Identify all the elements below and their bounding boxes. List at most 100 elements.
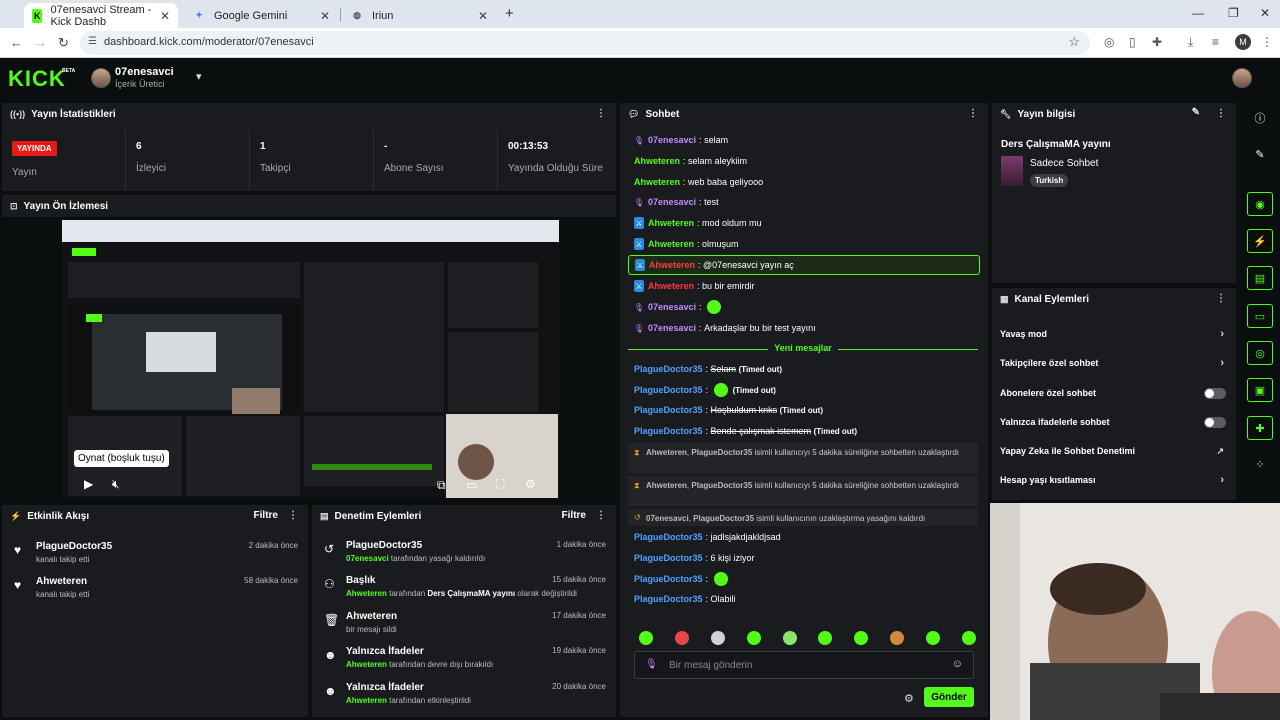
emote-icon[interactable] xyxy=(746,631,761,645)
address-bar[interactable]: ☰ dashboard.kick.com/moderator/07enesavc… xyxy=(80,31,1090,55)
actor-name[interactable]: 07enesavci xyxy=(346,554,389,563)
emote-icon[interactable] xyxy=(710,631,725,645)
bookmark-star-icon[interactable]: ☆ xyxy=(1068,34,1080,50)
maximize-button[interactable]: ❐ xyxy=(1228,6,1239,20)
chat-username[interactable]: Ahweteren xyxy=(648,281,694,291)
close-tab-icon[interactable]: ✕ xyxy=(160,9,170,23)
emote-icon[interactable] xyxy=(890,631,905,645)
actor-name[interactable]: Ahweteren xyxy=(646,481,687,490)
more-options-icon[interactable]: ⋮ xyxy=(1216,293,1226,304)
chat-input-box[interactable]: 🎙︎ Bir mesaj gönderin ☺ xyxy=(634,651,974,679)
edit-pencil-icon[interactable]: ✎ xyxy=(1192,107,1200,118)
more-options-icon[interactable]: ⋮ xyxy=(1216,108,1226,119)
target-name[interactable]: PlagueDoctor35 xyxy=(691,448,752,457)
target-name[interactable]: PlagueDoctor35 xyxy=(693,514,754,523)
followers-only-row[interactable]: Takipçilere özel sohbet › xyxy=(1000,353,1226,373)
more-options-icon[interactable]: ⋮ xyxy=(596,108,606,119)
chat-username[interactable]: PlagueDoctor35 xyxy=(634,574,703,584)
actor-name[interactable]: 07enesavci xyxy=(646,514,689,523)
user-avatar[interactable] xyxy=(1232,68,1252,88)
emote-icon[interactable] xyxy=(674,631,689,645)
broadcast-icon[interactable]: ◎ xyxy=(1247,341,1273,365)
chat-username[interactable]: PlagueDoctor35 xyxy=(634,426,703,436)
new-tab-button[interactable]: + xyxy=(505,5,514,22)
chat-bubble-icon[interactable]: ▭ xyxy=(1247,304,1273,328)
actor-name[interactable]: Ahweteren xyxy=(346,589,387,598)
play-icon[interactable]: ▶ xyxy=(84,477,93,491)
mod-action-title[interactable]: Ahweteren xyxy=(346,611,397,622)
filter-button[interactable]: Filtre xyxy=(562,510,586,521)
category-name[interactable]: Sadece Sohbet xyxy=(1030,158,1098,169)
profile-avatar[interactable]: M xyxy=(1235,34,1251,50)
kick-logo[interactable]: KICK xyxy=(8,66,66,92)
chat-username[interactable]: PlagueDoctor35 xyxy=(634,405,703,415)
emoji-picker-icon[interactable]: ☺ xyxy=(952,658,963,670)
tab-gemini[interactable]: ✦ Google Gemini ✕ xyxy=(184,3,338,28)
fullscreen-icon[interactable]: ⛶ xyxy=(496,477,504,492)
back-button[interactable]: ← xyxy=(10,35,23,50)
chat-username[interactable]: 07enesavci xyxy=(648,197,696,207)
activity-user[interactable]: Ahweteren xyxy=(36,576,87,587)
forward-button[interactable]: → xyxy=(34,35,47,50)
settings-gear-icon[interactable]: ⚙ xyxy=(525,477,536,491)
lightning-icon[interactable]: ⚡ xyxy=(1247,229,1273,253)
emote-only-toggle[interactable] xyxy=(1204,416,1226,428)
info-icon[interactable]: ⓘ xyxy=(1247,106,1273,130)
chat-username[interactable]: PlagueDoctor35 xyxy=(634,553,703,563)
more-options-icon[interactable]: ⋮ xyxy=(596,510,606,521)
user-card-icon[interactable]: ▣ xyxy=(1247,378,1273,402)
emote-icon[interactable] xyxy=(639,631,653,645)
chat-username[interactable]: 07enesavci xyxy=(648,323,696,333)
chat-username[interactable]: PlagueDoctor35 xyxy=(634,385,703,395)
theater-icon[interactable]: ▭ xyxy=(466,478,477,492)
target-name[interactable]: PlagueDoctor35 xyxy=(691,481,752,490)
emote-icon[interactable] xyxy=(961,631,976,645)
chat-username[interactable]: Ahweteren xyxy=(648,218,694,228)
chat-username[interactable]: Ahweteren xyxy=(648,239,694,249)
activity-user[interactable]: PlagueDoctor35 xyxy=(36,541,112,552)
more-options-icon[interactable]: ⋮ xyxy=(288,510,298,521)
tab-iriun[interactable]: ◍ Iriun ✕ xyxy=(342,3,496,28)
emote-icon[interactable] xyxy=(854,631,869,645)
edit-pencil-icon[interactable]: ✎ xyxy=(1247,142,1273,166)
minimize-button[interactable]: — xyxy=(1192,6,1204,20)
puzzle-icon[interactable]: ✚ xyxy=(1152,35,1162,49)
emote-icon[interactable] xyxy=(818,631,833,645)
close-tab-icon[interactable]: ✕ xyxy=(478,9,488,23)
phone-icon[interactable]: ▯ xyxy=(1129,35,1136,49)
emote-icon[interactable] xyxy=(782,631,797,645)
chat-username[interactable]: 07enesavci xyxy=(648,135,696,145)
ai-moderation-row[interactable]: Yapay Zeka ile Sohbet Denetimi ↗ xyxy=(1000,441,1226,461)
add-widget-icon[interactable]: ⁘ xyxy=(1247,452,1273,476)
mute-icon[interactable]: 🔇︎ xyxy=(112,477,120,492)
send-button[interactable]: Gönder xyxy=(924,687,974,707)
site-settings-icon[interactable]: ☰ xyxy=(88,36,97,47)
chat-settings-gear-icon[interactable]: ⚙ xyxy=(904,692,914,705)
menu-kebab-icon[interactable]: ⋮ xyxy=(1261,35,1273,49)
emote-icon[interactable] xyxy=(926,631,940,645)
chevron-down-icon[interactable]: ▾ xyxy=(196,70,202,83)
chat-username[interactable]: PlagueDoctor35 xyxy=(634,594,703,604)
reload-button[interactable]: ↻ xyxy=(58,35,69,51)
actor-name[interactable]: Ahweteren xyxy=(346,660,387,669)
extension-icon[interactable]: ◎ xyxy=(1104,35,1114,49)
slow-mode-row[interactable]: Yavaş mod › xyxy=(1000,324,1226,344)
close-tab-icon[interactable]: ✕ xyxy=(320,9,330,23)
chat-username[interactable]: PlagueDoctor35 xyxy=(634,532,703,542)
chat-username[interactable]: 07enesavci xyxy=(648,302,696,312)
actor-name[interactable]: Ahweteren xyxy=(646,448,687,457)
document-icon[interactable]: ▤ xyxy=(1247,266,1273,290)
filter-button[interactable]: Filtre xyxy=(254,510,278,521)
chat-username[interactable]: Ahweteren xyxy=(649,260,695,270)
close-window-button[interactable]: ✕ xyxy=(1260,6,1270,20)
reading-list-icon[interactable]: ≡ xyxy=(1212,35,1219,49)
tab-kick[interactable]: K 07enesavci Stream - Kick Dashb ✕ xyxy=(24,3,178,28)
chat-username[interactable]: Ahweteren xyxy=(634,156,680,166)
new-messages-divider[interactable]: Yeni mesajlar xyxy=(628,343,978,355)
more-options-icon[interactable]: ⋮ xyxy=(968,108,978,119)
wrench-icon[interactable]: ✚ xyxy=(1247,416,1273,440)
account-age-row[interactable]: Hesap yaşı kısıtlaması › xyxy=(1000,470,1226,490)
pip-icon[interactable]: ⧉ xyxy=(437,478,446,493)
download-icon[interactable]: ⤓ xyxy=(1188,35,1193,50)
chat-username[interactable]: PlagueDoctor35 xyxy=(634,364,703,374)
